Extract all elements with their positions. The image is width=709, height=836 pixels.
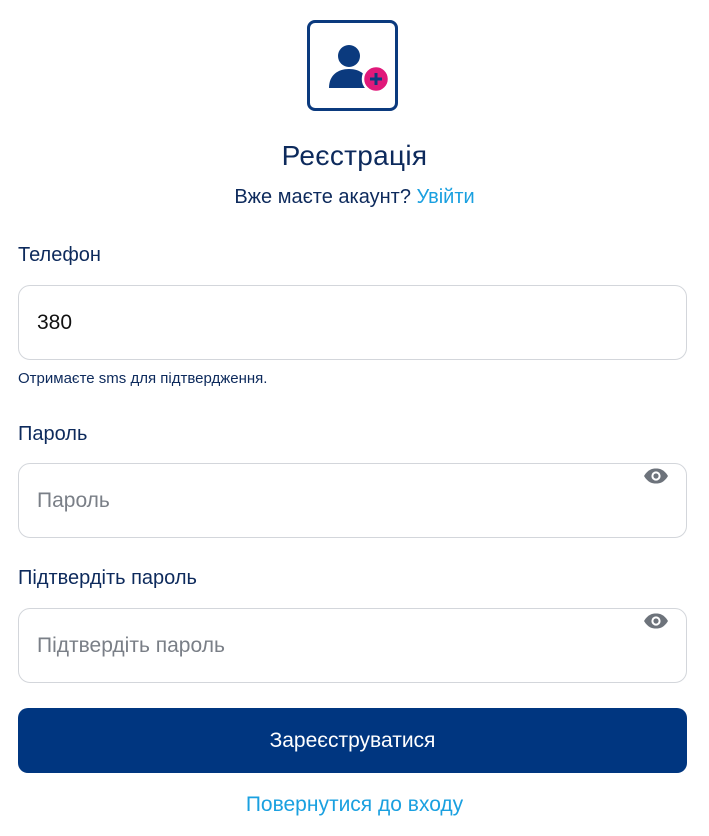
confirm-password-eye-icon[interactable] bbox=[643, 613, 669, 629]
phone-hint: Отримаєте sms для підтвердження. bbox=[18, 370, 268, 387]
eye-icon bbox=[644, 613, 668, 629]
login-link[interactable]: Увійти bbox=[417, 186, 475, 208]
confirm-password-label: Підтвердіть пароль bbox=[18, 567, 197, 589]
password-field-box bbox=[18, 463, 687, 538]
phone-input[interactable] bbox=[37, 286, 637, 359]
phone-field-box bbox=[18, 285, 687, 360]
password-input[interactable] bbox=[37, 464, 637, 537]
password-eye-icon[interactable] bbox=[643, 468, 669, 484]
register-button[interactable]: Зареєструватися bbox=[18, 708, 687, 773]
password-label: Пароль bbox=[18, 423, 88, 445]
login-prompt: Вже маєте акаунт? Увійти bbox=[0, 186, 709, 209]
eye-icon bbox=[644, 468, 668, 484]
add-user-logo bbox=[307, 20, 398, 111]
back-to-login-link[interactable]: Повернутися до входу bbox=[0, 793, 709, 817]
have-account-text: Вже маєте акаунт? bbox=[234, 186, 411, 208]
add-user-icon bbox=[329, 45, 391, 94]
phone-label: Телефон bbox=[18, 244, 101, 266]
confirm-password-field-box bbox=[18, 608, 687, 683]
confirm-password-input[interactable] bbox=[37, 609, 637, 682]
page-title: Реєстрація bbox=[281, 140, 428, 171]
